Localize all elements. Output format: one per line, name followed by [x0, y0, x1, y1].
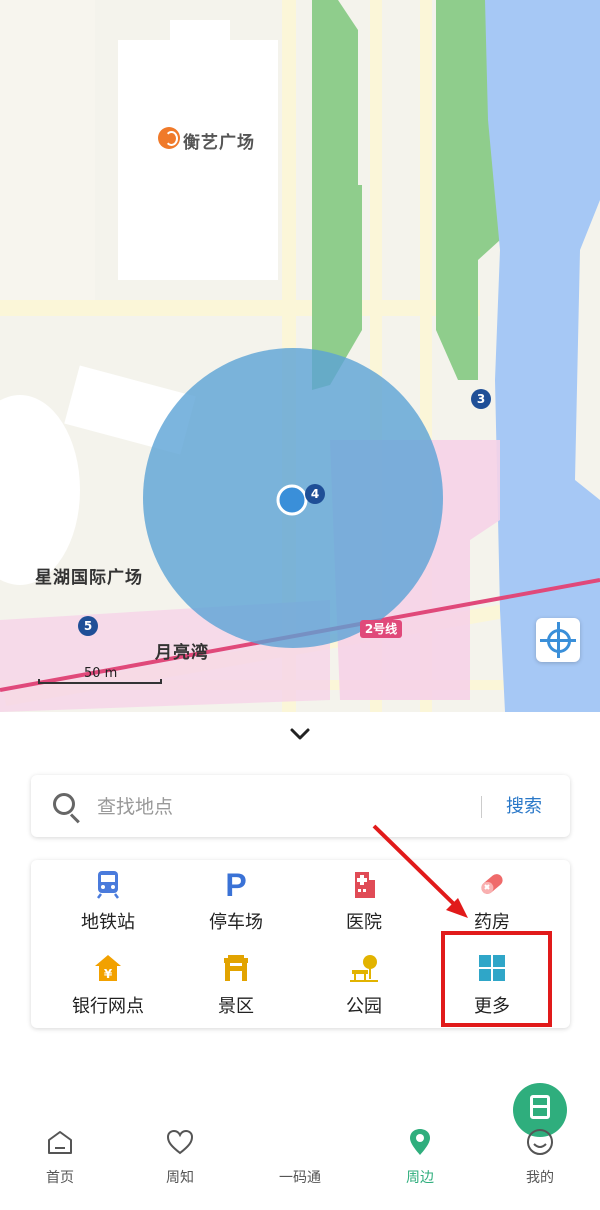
- map-label-xinghu[interactable]: 星湖国际广场: [35, 563, 143, 588]
- annotation-arrow: [372, 824, 468, 918]
- svg-text:¥: ¥: [104, 967, 113, 981]
- category-label: 停车场: [209, 912, 263, 933]
- tab-label: 周边: [406, 1170, 434, 1186]
- tab-notice[interactable]: 周知: [120, 1110, 240, 1210]
- heart-icon: [166, 1129, 194, 1155]
- category-label: 公园: [346, 996, 382, 1017]
- search-divider: [481, 796, 482, 818]
- map-canvas: [0, 0, 600, 712]
- crosshair-ring: [547, 629, 571, 653]
- tab-label: 首页: [46, 1170, 74, 1186]
- map-view[interactable]: 衡艺广场 星湖国际广场 月亮湾 3 4 5 2号线 50 m: [0, 0, 600, 712]
- plaza-poi-icon[interactable]: [158, 127, 180, 149]
- location-pin-icon: [410, 1129, 430, 1155]
- station-marker-3[interactable]: 3: [471, 389, 491, 409]
- map-scale: 50 m: [38, 666, 162, 684]
- category-bank[interactable]: ¥ 银行网点: [41, 944, 175, 1028]
- station-marker-4[interactable]: 4: [305, 484, 325, 504]
- tab-label: 我的: [526, 1170, 554, 1186]
- chevron-down-icon[interactable]: [289, 727, 311, 741]
- map-label-plaza[interactable]: 衡艺广场: [183, 128, 255, 153]
- map-label-yueliangwan[interactable]: 月亮湾: [155, 638, 209, 663]
- smiley-icon: [527, 1129, 553, 1155]
- tab-label: 周知: [166, 1170, 194, 1186]
- search-icon-handle: [69, 813, 80, 824]
- category-label: 景区: [218, 996, 254, 1017]
- search-icon: [53, 793, 75, 815]
- category-label: 银行网点: [72, 996, 144, 1017]
- pill-icon: [481, 874, 503, 894]
- category-label: 地铁站: [81, 912, 135, 933]
- subway-icon: [97, 871, 119, 899]
- tab-home[interactable]: 首页: [0, 1110, 120, 1210]
- metro-line-badge: 2号线: [360, 620, 402, 638]
- parking-icon: P: [225, 868, 246, 900]
- bank-icon: ¥: [95, 955, 121, 981]
- search-bar: 搜索: [31, 775, 570, 837]
- scenic-gate-icon: [224, 955, 248, 981]
- park-icon: [350, 955, 378, 982]
- station-marker-5[interactable]: 5: [78, 616, 98, 636]
- tab-nearby[interactable]: 周边: [360, 1110, 480, 1210]
- bottom-nav: 首页 周知 一码通 周边 我的: [0, 1083, 600, 1210]
- annotation-highlight-box: [441, 931, 552, 1027]
- tab-code[interactable]: 一码通: [240, 1083, 567, 1210]
- locate-me-button[interactable]: [536, 618, 580, 662]
- map-scale-bar: [38, 679, 162, 684]
- home-icon: [48, 1131, 72, 1154]
- category-parking[interactable]: P 停车场: [169, 860, 303, 944]
- category-subway[interactable]: 地铁站: [41, 860, 175, 944]
- category-scenic[interactable]: 景区: [169, 944, 303, 1028]
- tab-mine[interactable]: 我的: [480, 1110, 600, 1210]
- search-button[interactable]: 搜索: [506, 792, 542, 818]
- tab-label: 一码通: [279, 1170, 321, 1186]
- category-park[interactable]: 公园: [297, 944, 431, 1028]
- svg-text:P: P: [225, 868, 246, 900]
